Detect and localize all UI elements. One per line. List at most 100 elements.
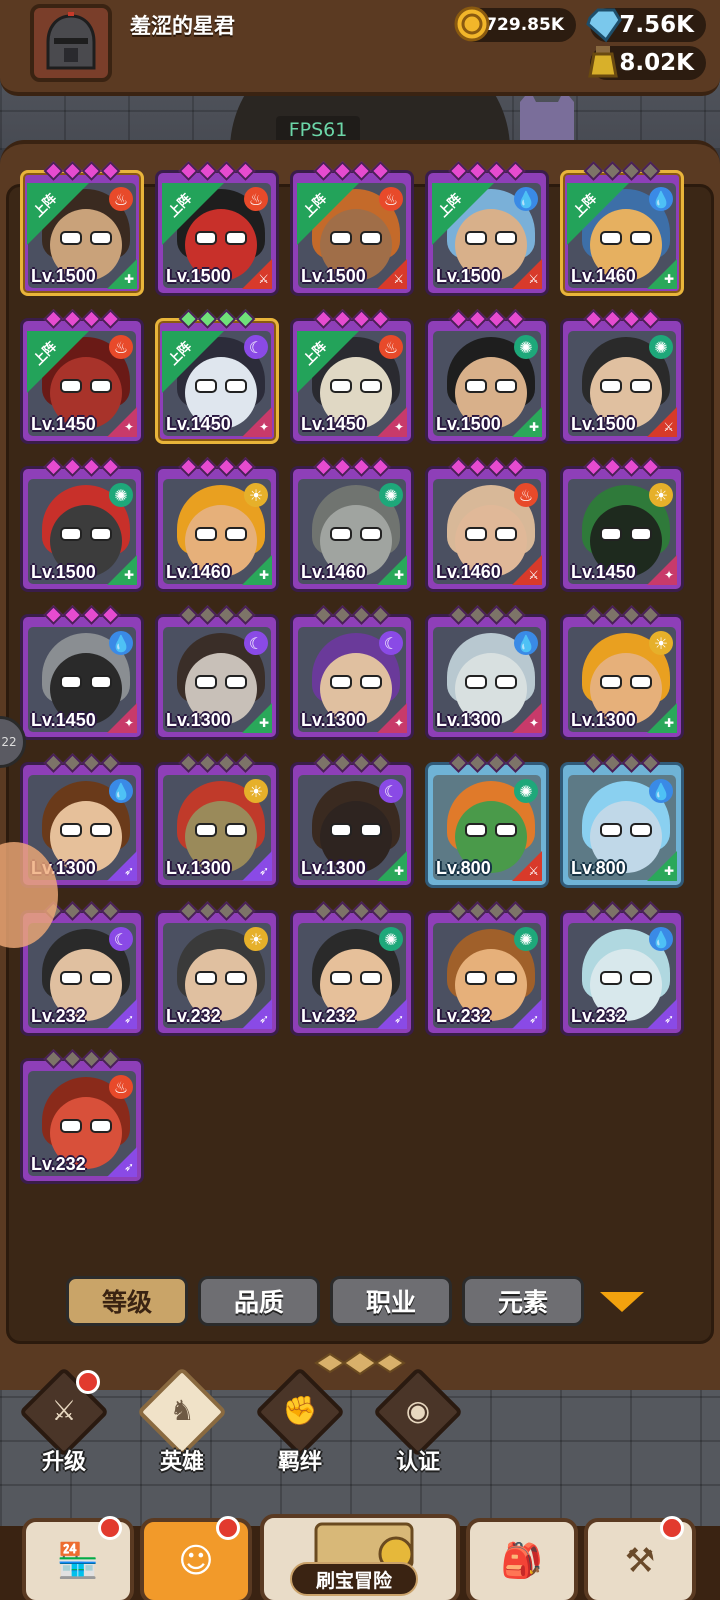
subnav-heroes[interactable]: ♞ 英雄 bbox=[134, 1366, 230, 1475]
hero-level: Lv.1500 bbox=[571, 414, 636, 434]
hero-card[interactable]: ✺ ⚔ Lv.800 bbox=[425, 753, 549, 888]
subnav-label: 羁绊 bbox=[277, 1450, 322, 1475]
gem-amount: 7.56K bbox=[619, 12, 694, 38]
hero-card[interactable]: 上阵 ♨ ✚ Lv.1500 bbox=[20, 161, 144, 296]
wind-element-icon: ✺ bbox=[514, 779, 538, 803]
bottom-nav-shop[interactable]: 🏪 bbox=[22, 1516, 134, 1600]
moon-element-icon: ☾ bbox=[379, 631, 403, 655]
moon-element-icon: ☾ bbox=[109, 927, 133, 951]
hero-card[interactable]: ☾ ✚ Lv.1300 bbox=[155, 605, 279, 740]
hero-level: Lv.1500 bbox=[436, 266, 501, 286]
hero-level: Lv.1300 bbox=[436, 710, 501, 730]
subnav-certify[interactable]: ◉ 认证 bbox=[370, 1366, 466, 1475]
water-element-icon: 💧 bbox=[109, 779, 133, 803]
player-name: 羞涩的星君 bbox=[130, 14, 235, 38]
rarity-stars bbox=[583, 309, 661, 329]
hero-card[interactable]: ✺ ✚ Lv.1500 bbox=[425, 309, 549, 444]
sort-tab-level[interactable]: 等级 bbox=[66, 1276, 188, 1326]
moon-element-icon: ☾ bbox=[244, 335, 268, 359]
bottom-nav-forge[interactable]: ⚒ bbox=[584, 1516, 696, 1600]
shop-icon: 🏪 bbox=[56, 1541, 100, 1581]
water-element-icon: 💧 bbox=[514, 631, 538, 655]
eye-icon: ◉ bbox=[405, 1394, 431, 1427]
bottom-nav-heroes[interactable]: ☺ bbox=[140, 1516, 252, 1600]
sun-element-icon: ☀ bbox=[244, 483, 268, 507]
sun-element-icon: ☀ bbox=[244, 927, 268, 951]
wind-element-icon: ✺ bbox=[109, 483, 133, 507]
hero-card[interactable]: 💧 ✦ Lv.1300 bbox=[425, 605, 549, 740]
hero-card[interactable]: 上阵 ♨ ✦ Lv.1450 bbox=[20, 309, 144, 444]
fire-element-icon: ♨ bbox=[109, 335, 133, 359]
hero-level: Lv.1460 bbox=[571, 266, 636, 286]
moon-element-icon: ☾ bbox=[244, 631, 268, 655]
hero-card[interactable]: ☾ ✦ Lv.1300 bbox=[290, 605, 414, 740]
hero-card[interactable]: ☀ ➶ Lv.232 bbox=[155, 901, 279, 1036]
hero-level: Lv.1500 bbox=[166, 266, 231, 286]
hero-card[interactable]: ☀ ✚ Lv.1460 bbox=[155, 457, 279, 592]
gem-counter[interactable]: 7.56K bbox=[586, 8, 706, 43]
handshake-icon: ✊ bbox=[282, 1394, 318, 1427]
sort-tab-quality[interactable]: 品质 bbox=[198, 1276, 320, 1326]
bottom-nav-backpack[interactable]: 🎒 bbox=[466, 1518, 578, 1600]
hero-card[interactable]: ✺ ✚ Lv.1460 bbox=[290, 457, 414, 592]
fire-element-icon: ♨ bbox=[109, 1075, 133, 1099]
water-element-icon: 💧 bbox=[649, 187, 673, 211]
hero-card[interactable]: 上阵 ☾ ✦ Lv.1450 bbox=[155, 309, 279, 444]
hero-card[interactable]: ♨ ⚔ Lv.1460 bbox=[425, 457, 549, 592]
rarity-stars bbox=[583, 605, 661, 625]
hero-level: Lv.800 bbox=[571, 858, 626, 878]
hero-level: Lv.1450 bbox=[301, 414, 366, 434]
hero-level: Lv.232 bbox=[571, 1006, 626, 1026]
hero-level: Lv.1500 bbox=[31, 266, 96, 286]
hero-level: Lv.1450 bbox=[31, 710, 96, 730]
hero-card[interactable]: 上阵 💧 ✚ Lv.1460 bbox=[560, 161, 684, 296]
hero-card[interactable]: 💧 ✦ Lv.1450 bbox=[20, 605, 144, 740]
hero-level: Lv.1300 bbox=[301, 858, 366, 878]
hero-level: Lv.232 bbox=[166, 1006, 221, 1026]
hero-card[interactable]: 上阵 ♨ ⚔ Lv.1500 bbox=[290, 161, 414, 296]
hero-level: Lv.1460 bbox=[301, 562, 366, 582]
hero-card[interactable]: 上阵 ♨ ✦ Lv.1450 bbox=[290, 309, 414, 444]
player-avatar[interactable] bbox=[30, 4, 112, 82]
hero-level: Lv.232 bbox=[301, 1006, 356, 1026]
fire-element-icon: ♨ bbox=[379, 335, 403, 359]
hero-card[interactable]: ☾ ✚ Lv.1300 bbox=[290, 753, 414, 888]
hero-card[interactable]: ☀ ✚ Lv.1300 bbox=[560, 605, 684, 740]
hero-card[interactable]: ✺ ➶ Lv.232 bbox=[425, 901, 549, 1036]
hero-card[interactable]: 上阵 ♨ ⚔ Lv.1500 bbox=[155, 161, 279, 296]
hero-card[interactable]: ☀ ✦ Lv.1450 bbox=[560, 457, 684, 592]
hero-card[interactable]: ☀ ➶ Lv.1300 bbox=[155, 753, 279, 888]
water-element-icon: 💧 bbox=[649, 779, 673, 803]
hero-icon: ♞ bbox=[169, 1394, 195, 1427]
hero-card[interactable]: ✺ ➶ Lv.232 bbox=[290, 901, 414, 1036]
hero-card[interactable]: ♨ ➶ Lv.232 bbox=[20, 1049, 144, 1184]
sort-tab-element[interactable]: 元素 bbox=[462, 1276, 584, 1326]
potion-counter[interactable]: 8.02K bbox=[588, 46, 706, 80]
hero-card[interactable]: 💧 ➶ Lv.232 bbox=[560, 901, 684, 1036]
hero-level: Lv.232 bbox=[31, 1154, 86, 1174]
hero-card[interactable]: ✺ ⚔ Lv.1500 bbox=[560, 309, 684, 444]
knight-helmet-icon bbox=[46, 12, 96, 70]
sort-tabs: 等级 品质 职业 元素 bbox=[66, 1276, 584, 1326]
sun-element-icon: ☀ bbox=[649, 631, 673, 655]
hero-card[interactable]: 上阵 💧 ⚔ Lv.1500 bbox=[425, 161, 549, 296]
subnav-upgrade[interactable]: ⚔ 升级 bbox=[16, 1366, 112, 1475]
hero-card[interactable]: 💧 ✚ Lv.800 bbox=[560, 753, 684, 888]
notification-dot bbox=[98, 1516, 122, 1540]
rarity-stars bbox=[43, 753, 121, 773]
subnav-bonds[interactable]: ✊ 羁绊 bbox=[252, 1366, 348, 1475]
water-element-icon: 💧 bbox=[514, 187, 538, 211]
subnav-label: 升级 bbox=[41, 1450, 86, 1475]
sort-tab-class[interactable]: 职业 bbox=[330, 1276, 452, 1326]
rarity-stars bbox=[583, 161, 661, 181]
hero-level: Lv.800 bbox=[436, 858, 491, 878]
gold-counter[interactable]: 729.85K bbox=[454, 6, 576, 42]
wind-element-icon: ✺ bbox=[379, 927, 403, 951]
fire-element-icon: ♨ bbox=[109, 187, 133, 211]
sort-order-arrow-icon[interactable] bbox=[600, 1292, 644, 1312]
rarity-stars bbox=[448, 161, 526, 181]
hero-card[interactable]: ✺ ✚ Lv.1500 bbox=[20, 457, 144, 592]
rarity-stars bbox=[43, 605, 121, 625]
rarity-stars bbox=[583, 901, 661, 921]
subnav-label: 英雄 bbox=[159, 1450, 204, 1475]
